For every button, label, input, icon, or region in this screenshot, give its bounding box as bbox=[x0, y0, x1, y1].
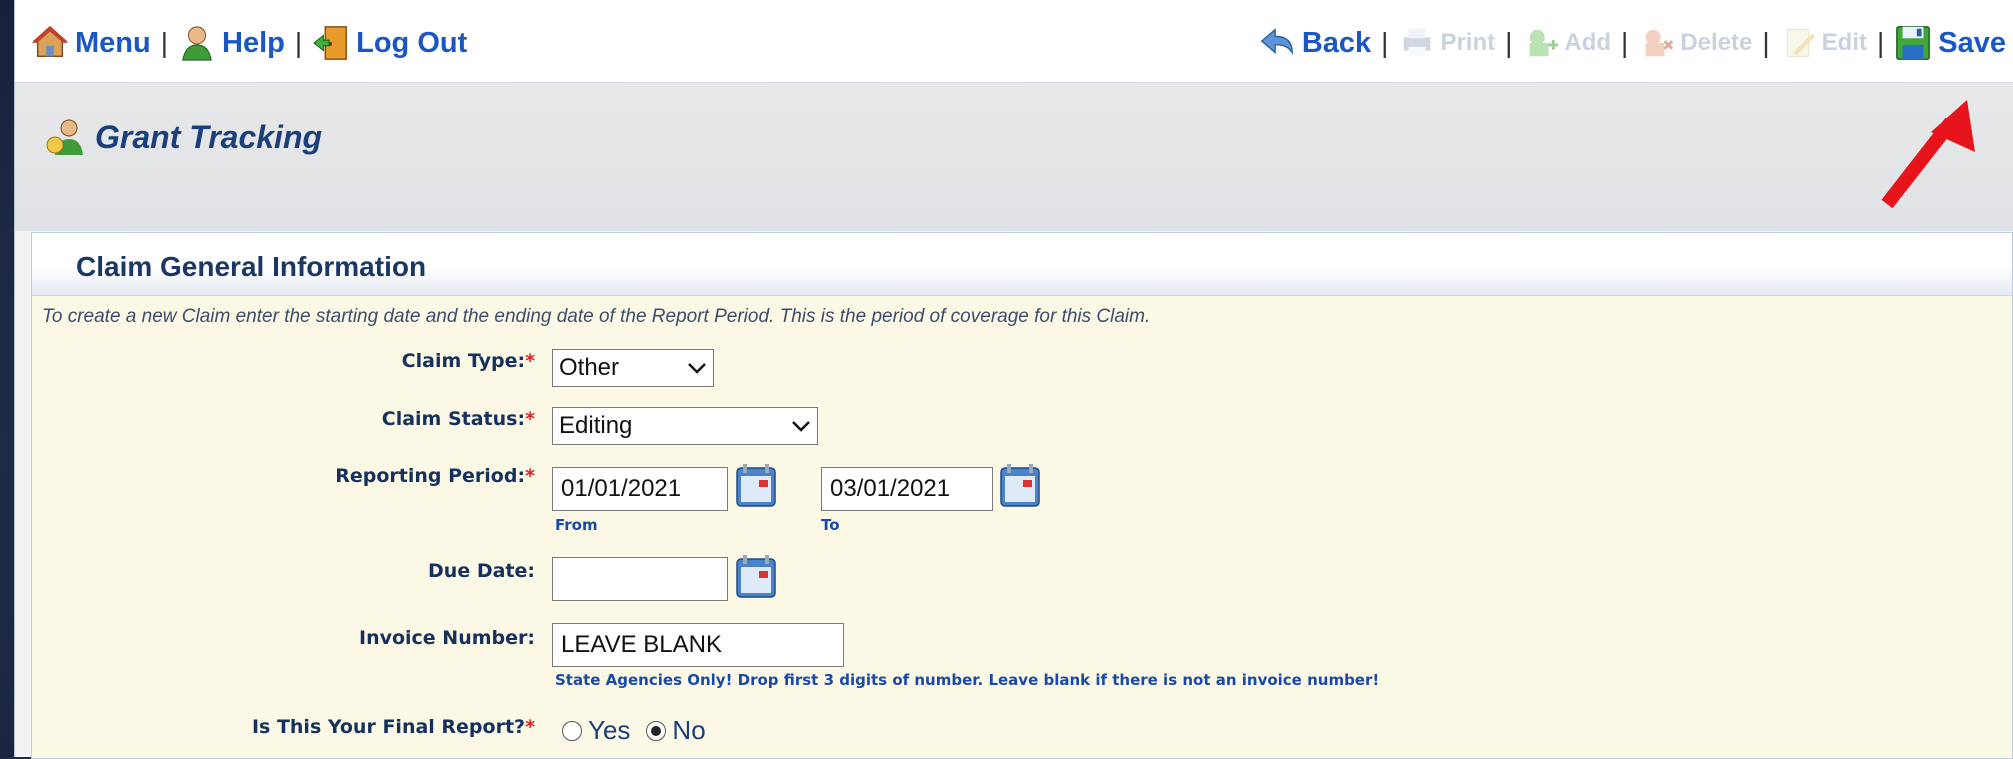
to-date-value: 03/01/2021 bbox=[830, 475, 951, 502]
to-caption: To bbox=[821, 516, 840, 534]
page-title-text: Grant Tracking bbox=[95, 118, 323, 155]
back-label: Back bbox=[1301, 26, 1372, 59]
page-title: Grant Tracking bbox=[45, 117, 322, 157]
top-toolbar: Menu | Help | Log Out Back | Print | Add… bbox=[15, 0, 2013, 83]
from-date-value: 01/01/2021 bbox=[561, 475, 682, 502]
edit-icon bbox=[1786, 29, 1815, 57]
final-report-yes-radio[interactable] bbox=[562, 720, 582, 741]
no-option-label: No bbox=[672, 715, 706, 745]
final-report-no-radio[interactable] bbox=[646, 720, 667, 741]
add-label: Add bbox=[1564, 29, 1612, 56]
section-instructions: To create a new Claim enter the starting… bbox=[42, 306, 1151, 327]
toolbar-separator: | bbox=[1621, 27, 1629, 58]
print-label: Print bbox=[1440, 29, 1496, 56]
menu-button[interactable]: Menu bbox=[31, 24, 151, 62]
from-caption: From bbox=[555, 516, 598, 534]
claim-type-label-text: Claim Type: bbox=[401, 350, 526, 372]
section-header: Claim General Information bbox=[32, 233, 2012, 296]
grant-people-icon bbox=[46, 119, 83, 155]
print-button[interactable]: Print bbox=[1398, 24, 1495, 62]
delete-button[interactable]: Delete bbox=[1638, 24, 1752, 62]
house-icon bbox=[31, 25, 69, 58]
page-header: Grant Tracking bbox=[15, 83, 2013, 231]
chevron-down-icon bbox=[792, 421, 810, 432]
final-report-label: Is This Your Final Report?* bbox=[165, 716, 535, 738]
reporting-period-label: Reporting Period:* bbox=[215, 465, 535, 487]
claim-status-value: Editing bbox=[559, 412, 633, 439]
toolbar-separator: | bbox=[1762, 27, 1770, 58]
reporting-period-to-input[interactable]: 03/01/2021 bbox=[821, 467, 993, 511]
claim-status-label-text: Claim Status: bbox=[381, 408, 526, 430]
toolbar-separator: | bbox=[294, 27, 303, 58]
reporting-period-from-input[interactable]: 01/01/2021 bbox=[552, 467, 728, 511]
claim-type-value: Other bbox=[559, 354, 620, 381]
logout-button[interactable]: Log Out bbox=[312, 24, 467, 62]
calendar-icon[interactable] bbox=[735, 462, 777, 508]
toolbar-right-group: Back | Print | Add | Delete | Edit | Sav… bbox=[1258, 22, 2006, 64]
invoice-number-input[interactable]: LEAVE BLANK bbox=[552, 623, 844, 667]
back-button[interactable]: Back bbox=[1258, 24, 1371, 62]
due-date-label: Due Date: bbox=[275, 560, 535, 582]
save-label: Save bbox=[1938, 26, 2006, 59]
logout-label: Log Out bbox=[356, 26, 468, 59]
claim-type-label: Claim Type:* bbox=[275, 350, 535, 372]
save-button[interactable]: Save bbox=[1894, 24, 2006, 62]
required-marker: * bbox=[525, 350, 535, 372]
invoice-number-label-text: Invoice Number: bbox=[359, 627, 535, 649]
help-person-icon bbox=[182, 26, 212, 61]
required-marker: * bbox=[525, 408, 535, 430]
annotation-arrow-icon bbox=[1881, 100, 1975, 209]
due-date-label-text: Due Date: bbox=[428, 560, 535, 582]
required-marker: * bbox=[525, 716, 535, 738]
app-window: Menu | Help | Log Out Back | Print | Add… bbox=[14, 0, 2013, 759]
toolbar-separator: | bbox=[1876, 27, 1885, 58]
help-label: Help bbox=[222, 26, 285, 59]
add-button[interactable]: Add bbox=[1522, 24, 1611, 62]
invoice-number-hint: State Agencies Only! Drop first 3 digits… bbox=[555, 671, 1380, 689]
claim-status-select[interactable]: Editing bbox=[552, 407, 818, 445]
final-report-label-text: Is This Your Final Report? bbox=[251, 716, 526, 738]
toolbar-separator: | bbox=[160, 27, 168, 58]
chevron-down-icon bbox=[688, 363, 706, 374]
toolbar-left-group: Menu | Help | Log Out bbox=[31, 22, 467, 64]
delete-label: Delete bbox=[1680, 29, 1753, 56]
reporting-period-label-text: Reporting Period: bbox=[335, 465, 526, 487]
door-exit-icon bbox=[313, 26, 348, 60]
required-marker: * bbox=[525, 465, 535, 487]
back-arrow-icon bbox=[1260, 28, 1293, 55]
edit-button[interactable]: Edit bbox=[1780, 24, 1867, 62]
edit-label: Edit bbox=[1821, 29, 1867, 56]
add-icon bbox=[1529, 29, 1559, 57]
due-date-input[interactable] bbox=[552, 557, 728, 601]
section-title: Claim General Information bbox=[76, 251, 427, 282]
delete-icon bbox=[1645, 29, 1674, 57]
toolbar-separator: | bbox=[1505, 27, 1513, 58]
claim-status-label: Claim Status:* bbox=[275, 408, 535, 430]
toolbar-separator: | bbox=[1381, 27, 1389, 58]
menu-label: Menu bbox=[75, 26, 151, 59]
invoice-number-label: Invoice Number: bbox=[235, 627, 535, 649]
invoice-number-value: LEAVE BLANK bbox=[561, 631, 722, 658]
calendar-icon[interactable] bbox=[735, 553, 777, 599]
yes-option-label: Yes bbox=[588, 715, 631, 745]
print-icon bbox=[1404, 28, 1431, 57]
help-button[interactable]: Help bbox=[178, 24, 285, 62]
final-report-radio-group: Yes No bbox=[562, 715, 706, 746]
claim-type-select[interactable]: Other bbox=[552, 349, 714, 387]
save-disk-icon bbox=[1896, 26, 1931, 60]
calendar-icon[interactable] bbox=[999, 462, 1041, 508]
